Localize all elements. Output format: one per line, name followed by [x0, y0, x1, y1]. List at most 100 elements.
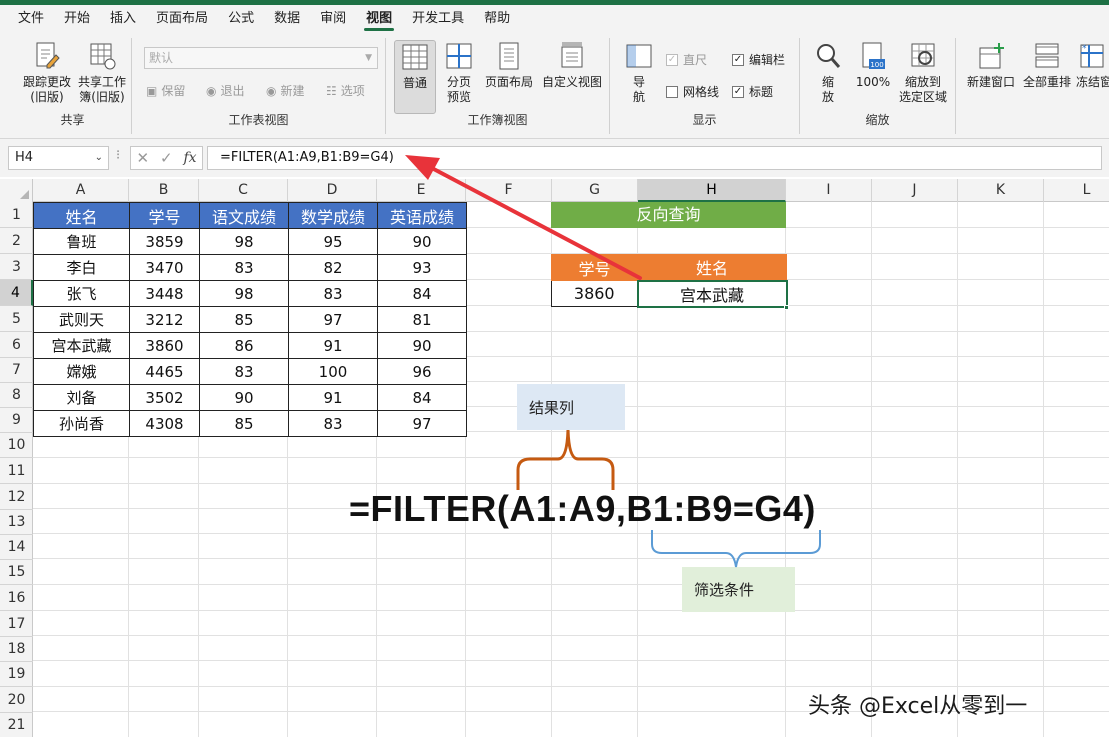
menu-developer[interactable]: 开发工具 — [402, 5, 474, 32]
table-cell[interactable]: 90 — [377, 332, 467, 359]
menu-help[interactable]: 帮助 — [474, 5, 520, 32]
row-header[interactable]: 17 — [0, 611, 33, 637]
column-header-e[interactable]: E — [377, 179, 466, 202]
lookup-id-cell[interactable]: 3860 — [551, 280, 638, 307]
table-cell[interactable]: 张飞 — [33, 280, 130, 307]
table-cell[interactable]: 85 — [199, 306, 289, 333]
table-cell[interactable]: 84 — [377, 280, 467, 307]
zoom-100-button[interactable]: 100 100% — [852, 40, 894, 90]
row-header[interactable]: 21 — [0, 712, 33, 737]
cell-area[interactable]: 姓名 学号 语文成绩 数学成绩 英语成绩 鲁班 3859 98 95 90 李白… — [33, 202, 1109, 737]
row-header[interactable]: 3 — [0, 254, 33, 280]
header-cell-english[interactable]: 英语成绩 — [377, 202, 467, 229]
normal-view-button[interactable]: 普通 — [394, 40, 436, 114]
share-workbook-button[interactable]: 共享工作 簿(旧版) — [74, 40, 130, 105]
menu-insert[interactable]: 插入 — [100, 5, 146, 32]
menu-view[interactable]: 视图 — [356, 5, 402, 32]
formula-input[interactable]: =FILTER(A1:A9,B1:B9=G4) — [207, 146, 1102, 170]
table-cell[interactable]: 3470 — [129, 254, 200, 281]
table-cell[interactable]: 孙尚香 — [33, 410, 130, 437]
table-cell[interactable]: 83 — [288, 280, 378, 307]
table-cell[interactable]: 85 — [199, 410, 289, 437]
table-cell[interactable]: 90 — [377, 228, 467, 255]
column-header-l[interactable]: L — [1044, 179, 1109, 202]
name-box[interactable]: H4 ⌄ — [8, 146, 109, 170]
row-header[interactable]: 10 — [0, 432, 33, 458]
new-window-button[interactable]: 新建窗口 — [964, 40, 1018, 90]
row-header[interactable]: 15 — [0, 559, 33, 585]
table-cell[interactable]: 3448 — [129, 280, 200, 307]
select-all-corner[interactable] — [0, 179, 33, 202]
table-cell[interactable]: 83 — [288, 410, 378, 437]
arrange-all-button[interactable]: 全部重排 — [1020, 40, 1074, 90]
row-header[interactable]: 5 — [0, 306, 33, 332]
table-cell[interactable]: 嫦娥 — [33, 358, 130, 385]
insert-function-icon[interactable]: fx — [183, 150, 196, 166]
page-layout-view-button[interactable]: 页面布局 — [480, 40, 538, 90]
lookup-title[interactable]: 反向查询 — [551, 202, 786, 228]
lookup-header-id[interactable]: 学号 — [551, 254, 638, 281]
header-cell-math[interactable]: 数学成绩 — [288, 202, 378, 229]
menu-review[interactable]: 审阅 — [310, 5, 356, 32]
row-header[interactable]: 7 — [0, 357, 33, 383]
table-cell[interactable]: 81 — [377, 306, 467, 333]
table-cell[interactable]: 86 — [199, 332, 289, 359]
table-cell[interactable]: 84 — [377, 384, 467, 411]
table-cell[interactable]: 宫本武藏 — [33, 332, 130, 359]
table-cell[interactable]: 3859 — [129, 228, 200, 255]
table-cell[interactable]: 3502 — [129, 384, 200, 411]
column-header-i[interactable]: I — [786, 179, 872, 202]
column-header-d[interactable]: D — [288, 179, 377, 202]
menu-formulas[interactable]: 公式 — [218, 5, 264, 32]
column-header-b[interactable]: B — [129, 179, 199, 202]
row-header[interactable]: 6 — [0, 332, 33, 358]
row-header[interactable]: 12 — [0, 484, 33, 510]
custom-view-button[interactable]: 自定义视图 — [538, 40, 606, 90]
lookup-header-name[interactable]: 姓名 — [637, 254, 787, 281]
enter-icon[interactable]: ✓ — [160, 149, 173, 167]
table-cell[interactable]: 82 — [288, 254, 378, 281]
menu-home[interactable]: 开始 — [54, 5, 100, 32]
table-cell[interactable]: 98 — [199, 228, 289, 255]
column-header-j[interactable]: J — [872, 179, 958, 202]
row-header[interactable]: 13 — [0, 509, 33, 535]
table-cell[interactable]: 4465 — [129, 358, 200, 385]
table-cell[interactable]: 96 — [377, 358, 467, 385]
row-header[interactable]: 9 — [0, 407, 33, 433]
row-header[interactable]: 20 — [0, 687, 33, 713]
table-cell[interactable]: 83 — [199, 254, 289, 281]
table-cell[interactable]: 97 — [377, 410, 467, 437]
table-cell[interactable]: 93 — [377, 254, 467, 281]
track-changes-button[interactable]: 跟踪更改 (旧版) — [20, 40, 74, 105]
row-header[interactable]: 4 — [0, 280, 33, 306]
row-header[interactable]: 11 — [0, 458, 33, 484]
row-header[interactable]: 2 — [0, 228, 33, 254]
table-cell[interactable]: 83 — [199, 358, 289, 385]
table-cell[interactable]: 97 — [288, 306, 378, 333]
freeze-panes-button[interactable]: * 冻结窗 — [1076, 40, 1109, 90]
row-header[interactable]: 8 — [0, 382, 33, 408]
table-cell[interactable]: 武则天 — [33, 306, 130, 333]
sheet-view-new-button[interactable]: ◉ 新建 — [266, 82, 305, 99]
chevron-down-icon[interactable]: ⌄ — [95, 147, 103, 169]
column-header-h[interactable]: H — [638, 179, 786, 202]
sheet-view-keep-button[interactable]: ▣ 保留 — [146, 82, 185, 99]
header-cell-name[interactable]: 姓名 — [33, 202, 130, 229]
column-header-g[interactable]: G — [552, 179, 638, 202]
table-cell[interactable]: 3860 — [129, 332, 200, 359]
fill-handle[interactable] — [784, 305, 789, 310]
row-header[interactable]: 1 — [0, 202, 33, 228]
column-header-k[interactable]: K — [958, 179, 1044, 202]
table-cell[interactable]: 95 — [288, 228, 378, 255]
table-cell[interactable]: 98 — [199, 280, 289, 307]
sheet-view-exit-button[interactable]: ◉ 退出 — [206, 82, 245, 99]
table-cell[interactable]: 3212 — [129, 306, 200, 333]
row-header[interactable]: 19 — [0, 661, 33, 687]
gridlines-checkbox[interactable]: 网格线 — [666, 83, 719, 100]
zoom-selection-button[interactable]: 缩放到 选定区域 — [894, 40, 952, 105]
table-cell[interactable]: 刘备 — [33, 384, 130, 411]
ruler-checkbox[interactable]: ✓ 直尺 — [666, 51, 707, 68]
table-cell[interactable]: 李白 — [33, 254, 130, 281]
row-header[interactable]: 18 — [0, 636, 33, 662]
headings-checkbox[interactable]: ✓ 标题 — [732, 83, 773, 100]
